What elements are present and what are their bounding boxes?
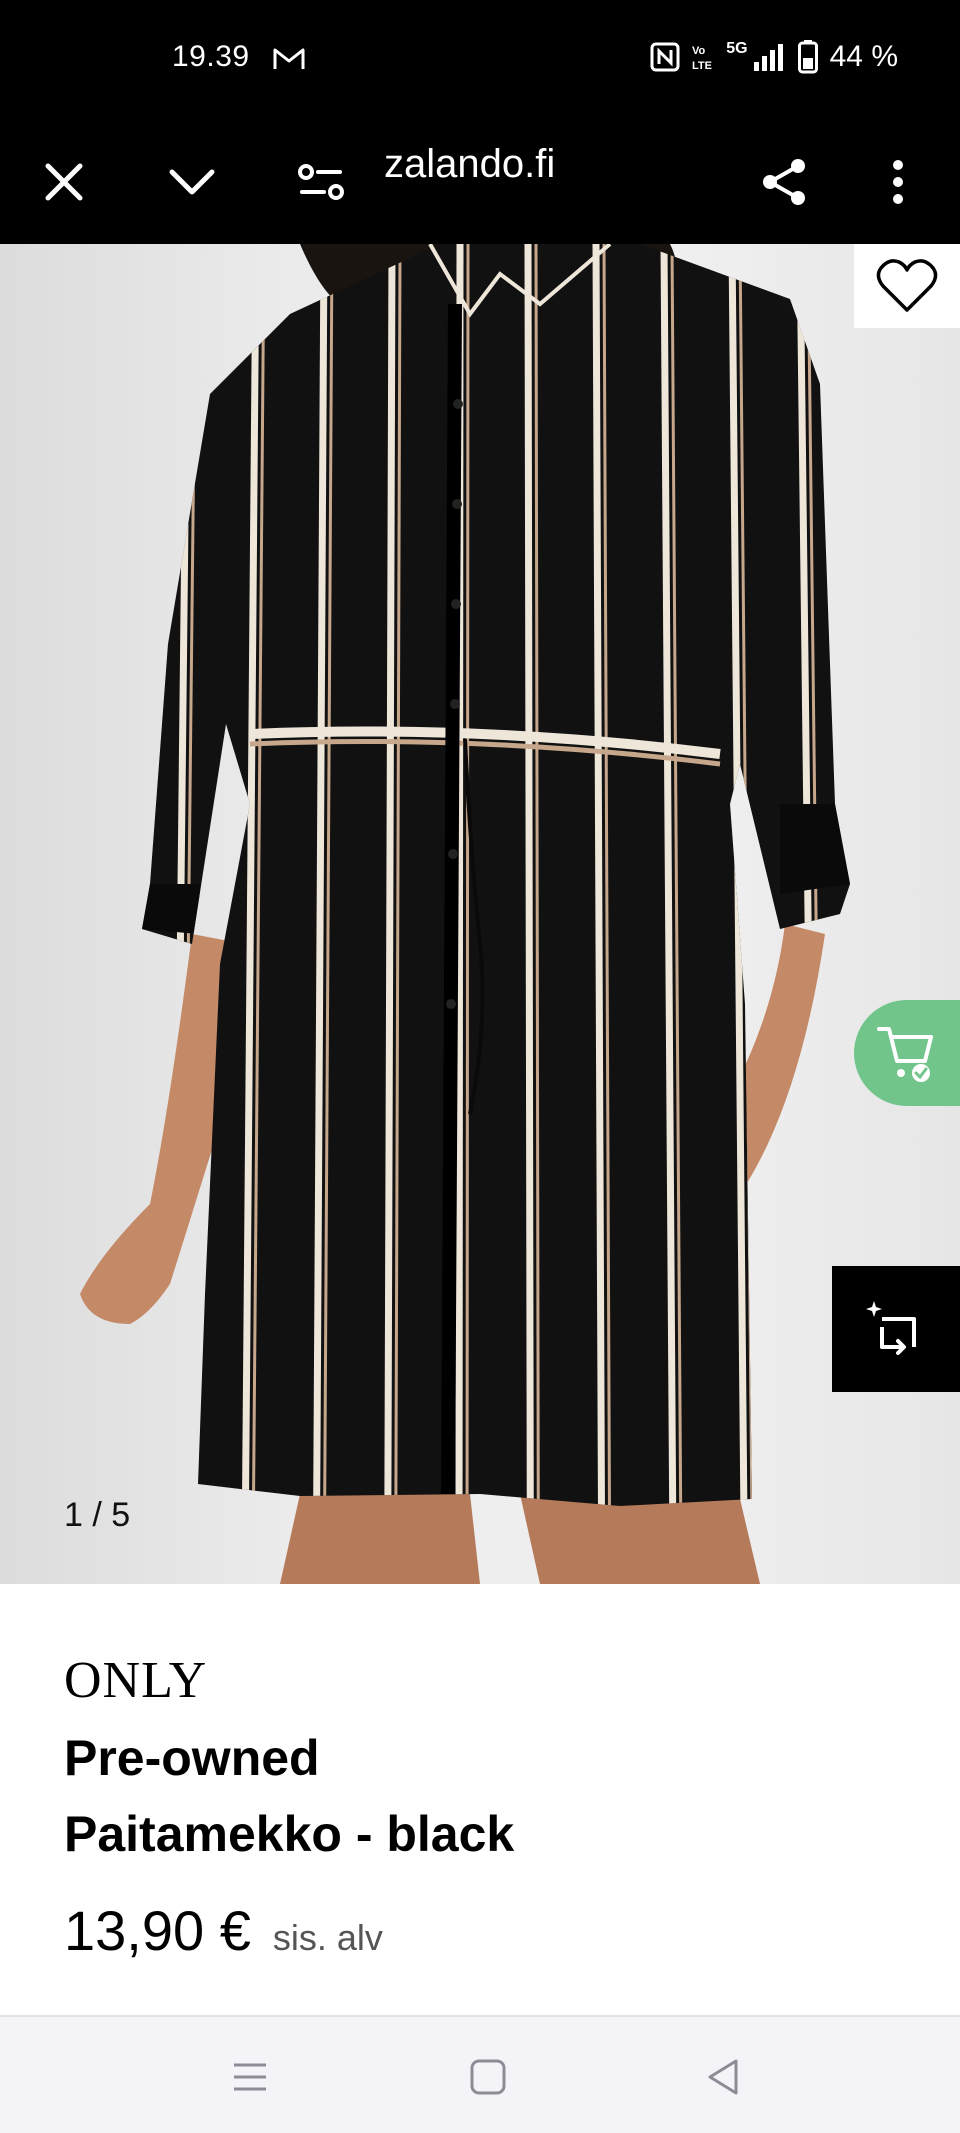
menu-icon[interactable] [228,2055,272,2099]
product-title-line1: Pre-owned [64,1730,320,1787]
volte-icon: Vo LTE [692,45,712,72]
product-title-line2: Paitamekko - black [64,1806,515,1863]
status-indicators: Vo LTE 5G 44 % [650,40,898,74]
chevron-down-icon[interactable] [166,156,218,208]
dress-stripe [524,244,534,1506]
price-row: 13,90 € sis. alv [64,1898,904,1963]
close-icon[interactable] [38,156,90,208]
home-icon[interactable] [466,2055,510,2099]
battery-icon [797,40,818,74]
back-icon[interactable] [702,2055,746,2099]
dress-stripe [110,244,128,1584]
brand-name[interactable]: ONLY [64,1650,904,1712]
signal-icon [753,44,783,71]
product-price: 13,90 € [64,1899,251,1963]
url-text[interactable]: zalando.fi [384,142,555,187]
system-navigation-bar [0,2015,960,2133]
wishlist-button[interactable] [854,244,960,328]
battery-level: 44 % [829,40,898,73]
svg-text:LTE: LTE [692,60,712,72]
dress-stripe [102,244,120,1584]
share-icon[interactable] [758,156,810,208]
product-info: ONLY Pre-owned Paitamekko - black 13,90 … [64,1650,904,1963]
image-counter: 1 / 5 [64,1496,131,1534]
site-settings-icon[interactable] [296,156,348,208]
striped-shirt-dress-photo [80,244,850,1584]
compare-button[interactable] [832,1266,960,1392]
more-vert-icon[interactable] [872,156,924,208]
tax-note: sis. alv [272,1917,383,1959]
nfc-icon [650,42,680,72]
gmail-icon [273,48,305,69]
heart-icon [876,259,938,312]
svg-text:Vo: Vo [692,45,706,57]
dress-stripe [465,244,470,1506]
browser-toolbar: zalando.fi [0,120,960,244]
status-time: 19.39 [172,40,250,73]
compare-icon [866,1301,916,1355]
add-to-cart-button[interactable] [854,1000,960,1106]
status-bar: 19.39 Vo LTE 5G 44 % [0,0,960,120]
dress-stripe [384,244,396,1506]
network-type: 5G [726,40,748,57]
add-to-cart-icon [877,1027,933,1082]
product-image[interactable] [0,244,960,1584]
